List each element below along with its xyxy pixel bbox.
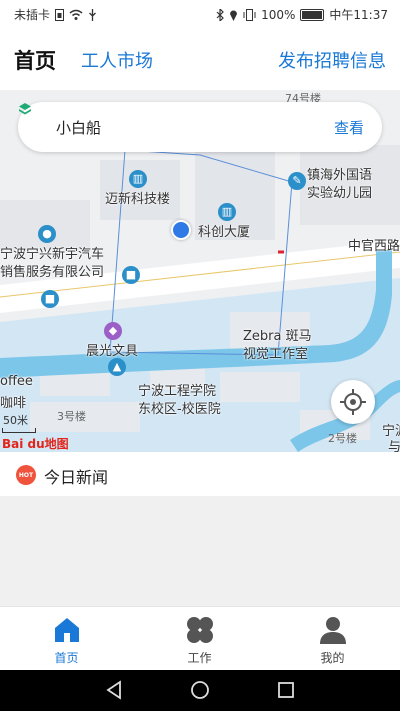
battery-icon <box>300 8 325 21</box>
hot-icon: HOT <box>16 465 36 485</box>
map-label: 实验幼儿园 <box>307 186 373 201</box>
map-label: 销售服务有限公司 <box>0 265 105 280</box>
locate-icon <box>340 389 366 415</box>
top-header: 首页 工人市场 发布招聘信息 <box>0 28 400 90</box>
recents-icon[interactable] <box>276 680 296 700</box>
bluetooth-icon <box>216 8 224 21</box>
post-job-link[interactable]: 发布招聘信息 <box>278 47 386 73</box>
map-label: 3号楼 <box>57 410 86 423</box>
news-header: HOT 今日新闻 <box>0 454 400 496</box>
map-scale-label: 50米 <box>3 414 28 427</box>
view-button[interactable]: 查看 <box>334 117 364 138</box>
map-label: 咖啡 <box>0 396 27 411</box>
map-label: 镇海外国语 <box>307 168 373 183</box>
work-grid-icon <box>187 617 213 643</box>
current-location-dot <box>171 220 191 240</box>
layers-icon <box>19 103 31 115</box>
page-title: 首页 <box>14 49 56 73</box>
bottom-tab-bar: 首页 工作 我的 <box>0 606 400 671</box>
status-left: 未插卡 <box>14 6 97 23</box>
map-view[interactable]: 74号楼 ▥ 迈新科技楼 ▥ 科创大厦 ✎ 镇海外国语 实验幼儿园 中官西路 ●… <box>0 90 400 452</box>
place-poi-icon: ● <box>38 225 56 243</box>
tab-label: 我的 <box>320 651 345 665</box>
location-card[interactable]: 小白船 查看 <box>18 102 382 152</box>
baidu-map-logo: Bai du地图 <box>2 437 69 451</box>
status-bar: 未插卡 100% 中午11:37 <box>0 0 400 28</box>
map-label: 2号楼 <box>328 432 357 445</box>
carrier-text: 未插卡 <box>14 8 51 22</box>
location-name: 小白船 <box>56 119 102 137</box>
locate-button[interactable] <box>331 380 375 424</box>
news-list <box>0 496 400 606</box>
map-label: Zebra 斑马 <box>243 329 312 344</box>
home-nav-icon[interactable] <box>190 680 210 700</box>
tab-label: 工作 <box>187 651 212 665</box>
map-label: 宁波宁兴新宇汽车 <box>0 247 105 262</box>
tab-label: 首页 <box>54 651 79 665</box>
battery-percent: 100% <box>261 7 296 22</box>
map-label: 视觉工作室 <box>243 347 309 362</box>
tab-work[interactable]: 工作 <box>133 607 266 671</box>
vibrate-icon <box>243 8 256 21</box>
road-label: 中官西路 <box>348 239 400 254</box>
bus-stop-icon: ■ <box>122 266 140 284</box>
map-scale-bar <box>2 428 36 433</box>
usb-icon <box>89 8 96 21</box>
user-icon <box>320 617 346 644</box>
school-poi-icon: ✎ <box>288 172 306 190</box>
home-icon <box>55 618 79 642</box>
school-poi-icon: ▲ <box>108 358 126 376</box>
shop-poi-icon: ◆ <box>104 322 122 340</box>
sim-icon <box>55 8 65 21</box>
map-label: offee <box>0 374 33 389</box>
tab-home[interactable]: 首页 <box>0 607 133 671</box>
tab-profile[interactable]: 我的 <box>266 607 399 671</box>
map-label: 东校区-校医院 <box>138 402 221 417</box>
map-label: 与 <box>388 440 400 452</box>
location-icon <box>230 10 238 21</box>
worker-market-link[interactable]: 工人市场 <box>81 47 153 73</box>
back-icon[interactable] <box>104 680 124 700</box>
system-nav-bar <box>0 670 400 711</box>
map-label: 迈新科技楼 <box>105 192 171 207</box>
map-label: 宁波工程学院 <box>138 384 217 399</box>
map-label: 科创大厦 <box>198 225 251 240</box>
wifi-icon <box>69 9 83 20</box>
status-right: 100% 中午11:37 <box>216 6 388 23</box>
bus-stop-icon: ■ <box>41 290 59 308</box>
building-poi-icon: ▥ <box>218 203 236 221</box>
map-label: 晨光文具 <box>86 344 139 359</box>
building-poi-icon: ▥ <box>129 170 147 188</box>
status-time: 中午11:37 <box>329 8 388 22</box>
news-title: 今日新闻 <box>44 468 109 487</box>
